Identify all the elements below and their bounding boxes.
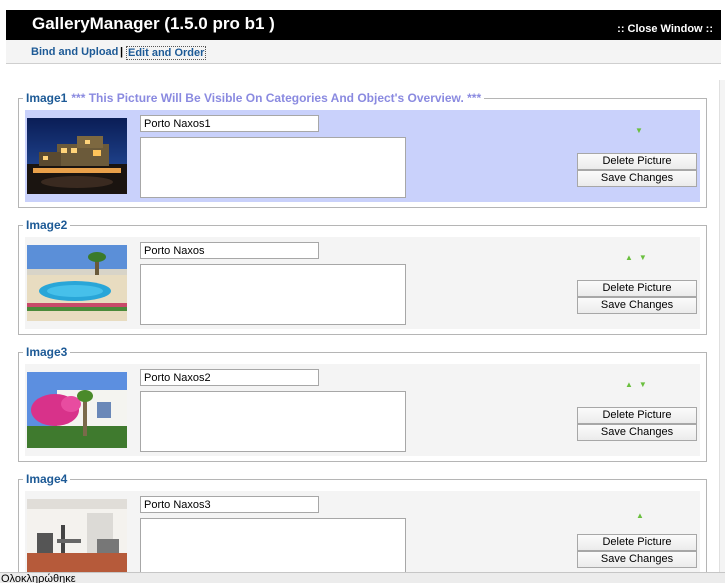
move-up-icon[interactable]: ▲ <box>636 511 650 520</box>
delete-picture-button[interactable]: Delete Picture <box>577 407 697 424</box>
image-legend: Image3 <box>23 345 71 359</box>
image-title: Image2 <box>26 218 68 232</box>
order-arrows: ▼ <box>635 126 649 135</box>
picture-description-textarea[interactable] <box>140 518 406 579</box>
thumbnail-night-hotel[interactable] <box>27 118 127 194</box>
order-arrows: ▲ <box>636 511 650 520</box>
status-bar: Ολοκληρώθηκε <box>0 572 725 583</box>
status-text: Ολοκληρώθηκε <box>1 573 76 583</box>
save-changes-button[interactable]: Save Changes <box>577 424 697 441</box>
image-row-2: ▲▼ Delete Picture Save Changes <box>25 237 700 329</box>
move-down-icon[interactable]: ▼ <box>639 380 653 389</box>
image-fieldset-2: Image2 ▲▼ Delete Picture Save Changes <box>18 218 707 335</box>
save-changes-button[interactable]: Save Changes <box>577 170 697 187</box>
image-legend: Image1 *** This Picture Will Be Visible O… <box>23 91 485 105</box>
overview-note: *** This Picture Will Be Visible On Cate… <box>71 91 482 105</box>
image-row-1: ▼ Delete Picture Save Changes <box>25 110 700 202</box>
image-title: Image4 <box>26 472 68 486</box>
move-down-icon[interactable]: ▼ <box>639 253 653 262</box>
picture-description-textarea[interactable] <box>140 137 406 198</box>
image-legend: Image4 <box>23 472 71 486</box>
window-title-bar: GalleryManager (1.5.0 pro b1 ) :: Close … <box>6 10 721 40</box>
close-window-link[interactable]: :: Close Window :: <box>617 23 713 35</box>
picture-description-textarea[interactable] <box>140 264 406 325</box>
save-changes-button[interactable]: Save Changes <box>577 297 697 314</box>
move-down-icon[interactable]: ▼ <box>635 126 649 135</box>
nav-separator: | <box>120 46 124 58</box>
picture-name-input[interactable] <box>140 242 319 259</box>
picture-name-input[interactable] <box>140 115 319 132</box>
image-fieldset-4: Image4 ▲ Delete Picture Save Changes <box>18 472 707 579</box>
edit-order-link[interactable]: Edit and Order <box>126 46 207 60</box>
picture-description-textarea[interactable] <box>140 391 406 452</box>
delete-picture-button[interactable]: Delete Picture <box>577 534 697 551</box>
order-arrows: ▲▼ <box>625 253 653 262</box>
thumbnail-pool[interactable] <box>27 245 127 321</box>
app-title: GalleryManager (1.5.0 pro b1 ) <box>32 14 275 33</box>
nav-bar: Bind and Upload | Edit and Order <box>6 40 721 64</box>
image-fieldset-1: Image1 *** This Picture Will Be Visible O… <box>18 91 707 208</box>
image-legend: Image2 <box>23 218 71 232</box>
image-title: Image1 <box>26 91 68 105</box>
scrollbar[interactable] <box>719 80 725 572</box>
thumbnail-gym[interactable] <box>27 499 127 575</box>
delete-picture-button[interactable]: Delete Picture <box>577 280 697 297</box>
move-up-icon[interactable]: ▲ <box>625 253 639 262</box>
move-up-icon[interactable]: ▲ <box>625 380 639 389</box>
picture-name-input[interactable] <box>140 369 319 386</box>
picture-name-input[interactable] <box>140 496 319 513</box>
image-row-4: ▲ Delete Picture Save Changes <box>25 491 700 579</box>
save-changes-button[interactable]: Save Changes <box>577 551 697 568</box>
delete-picture-button[interactable]: Delete Picture <box>577 153 697 170</box>
image-title: Image3 <box>26 345 68 359</box>
image-fieldset-3: Image3 ▲▼ Delete Picture Save Changes <box>18 345 707 462</box>
order-arrows: ▲▼ <box>625 380 653 389</box>
image-row-3: ▲▼ Delete Picture Save Changes <box>25 364 700 456</box>
thumbnail-bougainvillea[interactable] <box>27 372 127 448</box>
bind-upload-link[interactable]: Bind and Upload <box>31 46 118 58</box>
